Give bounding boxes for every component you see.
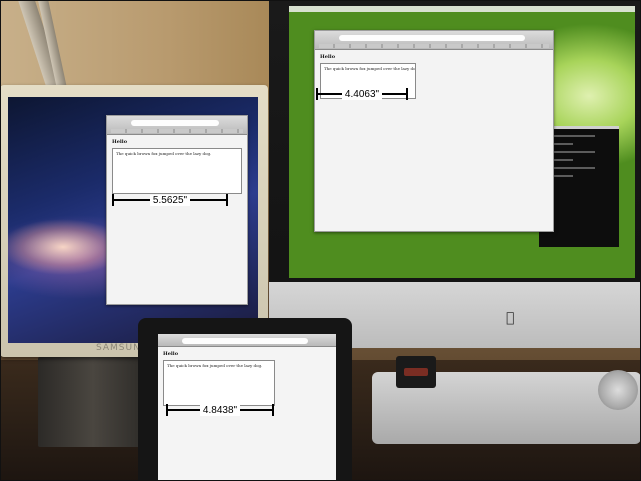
address-bar[interactable] [339, 35, 525, 41]
bookmarks-bar [111, 129, 243, 133]
page-heading: Hello [112, 139, 128, 145]
samsung-monitor-stand [38, 357, 148, 447]
page-heading: Hello [320, 54, 336, 60]
measurement-ruler-ipad: 4.8438" [166, 404, 274, 416]
page-content: Hello The quick brown fox jumped over th… [107, 135, 247, 198]
browser-toolbar [315, 31, 553, 50]
browser-toolbar [158, 334, 336, 347]
measurement-label: 4.4063" [341, 88, 383, 100]
apple-logo-icon:  [506, 310, 514, 326]
measurement-label: 5.5625" [149, 194, 191, 206]
sample-text-box: The quick brown fox jumped over the lazy… [163, 360, 275, 406]
photo-scene: SAMSUNG  Hello The quick brown fox jump… [0, 0, 641, 481]
address-bar[interactable] [182, 338, 308, 344]
measurement-ruler-samsung: 5.5625" [112, 194, 228, 206]
measurement-ruler-imac: 4.4063" [316, 88, 408, 100]
address-bar[interactable] [131, 120, 219, 126]
browser-toolbar [107, 116, 247, 135]
phone-device [396, 356, 436, 388]
sample-text-box: The quick brown fox jumped over the lazy… [112, 148, 242, 194]
measurement-label: 4.8438" [199, 404, 241, 416]
page-heading: Hello [163, 351, 179, 357]
bookmarks-bar [319, 44, 549, 48]
samsung-browser-window: Hello The quick brown fox jumped over th… [106, 115, 248, 305]
page-content: Hello The quick brown fox jumped over th… [158, 347, 336, 410]
ipad-device: Hello The quick brown fox jumped over th… [138, 318, 352, 481]
imac-menu-bar [289, 6, 635, 12]
imac-browser-window: Hello The quick brown fox jumped over th… [314, 30, 554, 232]
speaker [598, 370, 638, 410]
